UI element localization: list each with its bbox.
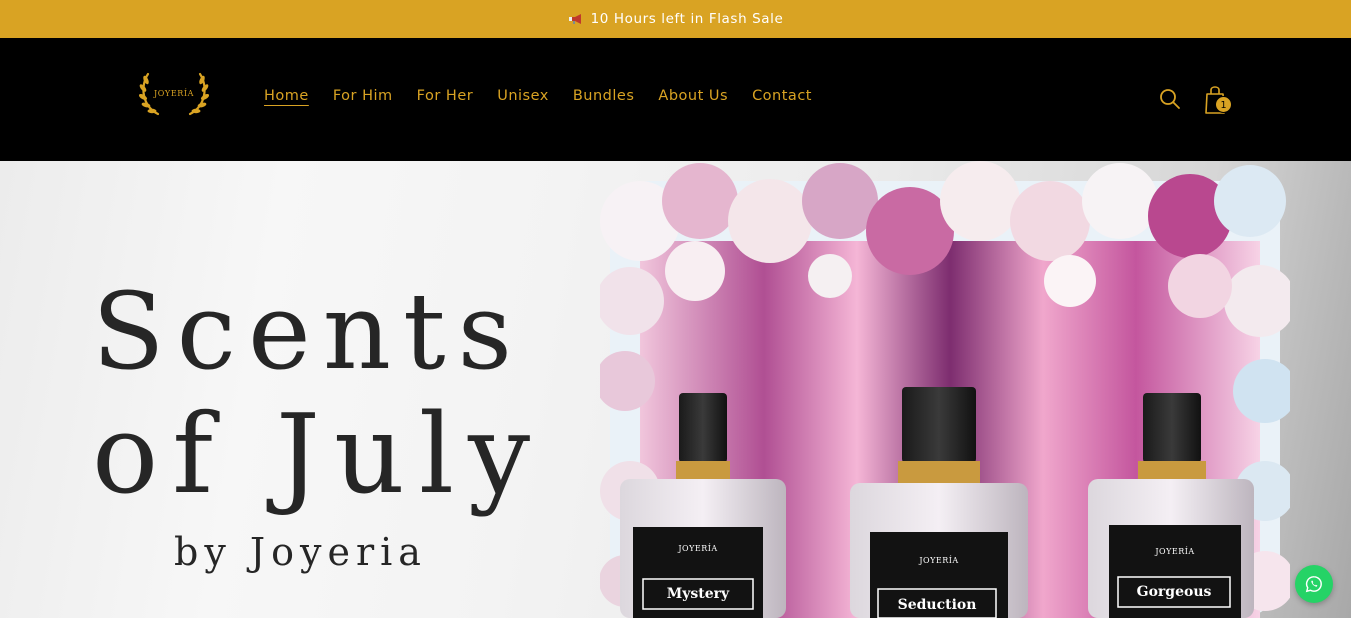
cart-count-badge: 1 bbox=[1215, 96, 1232, 113]
logo-text: JOYERÍA bbox=[153, 89, 195, 98]
announcement-bar: 10 Hours left in Flash Sale bbox=[0, 0, 1351, 38]
nav-contact[interactable]: Contact bbox=[752, 88, 812, 104]
cart-button[interactable]: 1 bbox=[1203, 83, 1233, 117]
bottle-name-2: Seduction bbox=[897, 597, 977, 613]
nav-bundles[interactable]: Bundles bbox=[573, 88, 635, 104]
hero-image: JOYERÍA Mystery JOYERÍA Seduction JOYERÍ… bbox=[600, 161, 1290, 618]
bottle-brand-3: JOYERÍA bbox=[1155, 547, 1195, 556]
search-icon bbox=[1160, 89, 1180, 109]
nav-about-us[interactable]: About Us bbox=[658, 88, 728, 104]
bottle-brand-2: JOYERÍA bbox=[919, 556, 959, 565]
search-button[interactable] bbox=[1158, 87, 1182, 111]
nav-home[interactable]: Home bbox=[264, 88, 309, 104]
main-nav: Home For Him For Her Unisex Bundles Abou… bbox=[264, 88, 812, 104]
whatsapp-button[interactable] bbox=[1295, 565, 1333, 603]
nav-unisex[interactable]: Unisex bbox=[497, 88, 549, 104]
hero-title-line2: of July bbox=[92, 390, 545, 518]
hero-title-line1: Scents bbox=[92, 270, 524, 393]
announcement-text: 10 Hours left in Flash Sale bbox=[590, 11, 784, 27]
hero-banner[interactable]: Scents of July by Joyeria JOYERÍA Myster… bbox=[0, 161, 1351, 618]
nav-for-him[interactable]: For Him bbox=[333, 88, 393, 104]
megaphone-icon bbox=[568, 13, 584, 25]
bottle-name-3: Gorgeous bbox=[1136, 584, 1212, 600]
nav-for-her[interactable]: For Her bbox=[417, 88, 474, 104]
logo[interactable]: JOYERÍA bbox=[134, 68, 214, 124]
hero-subtitle: by Joyeria bbox=[174, 530, 427, 574]
bottle-brand-1: JOYERÍA bbox=[678, 544, 718, 553]
site-header: JOYERÍA Home For Him For Her Unisex Bund… bbox=[0, 38, 1351, 161]
bottle-name-1: Mystery bbox=[666, 586, 730, 602]
whatsapp-icon bbox=[1305, 576, 1322, 593]
